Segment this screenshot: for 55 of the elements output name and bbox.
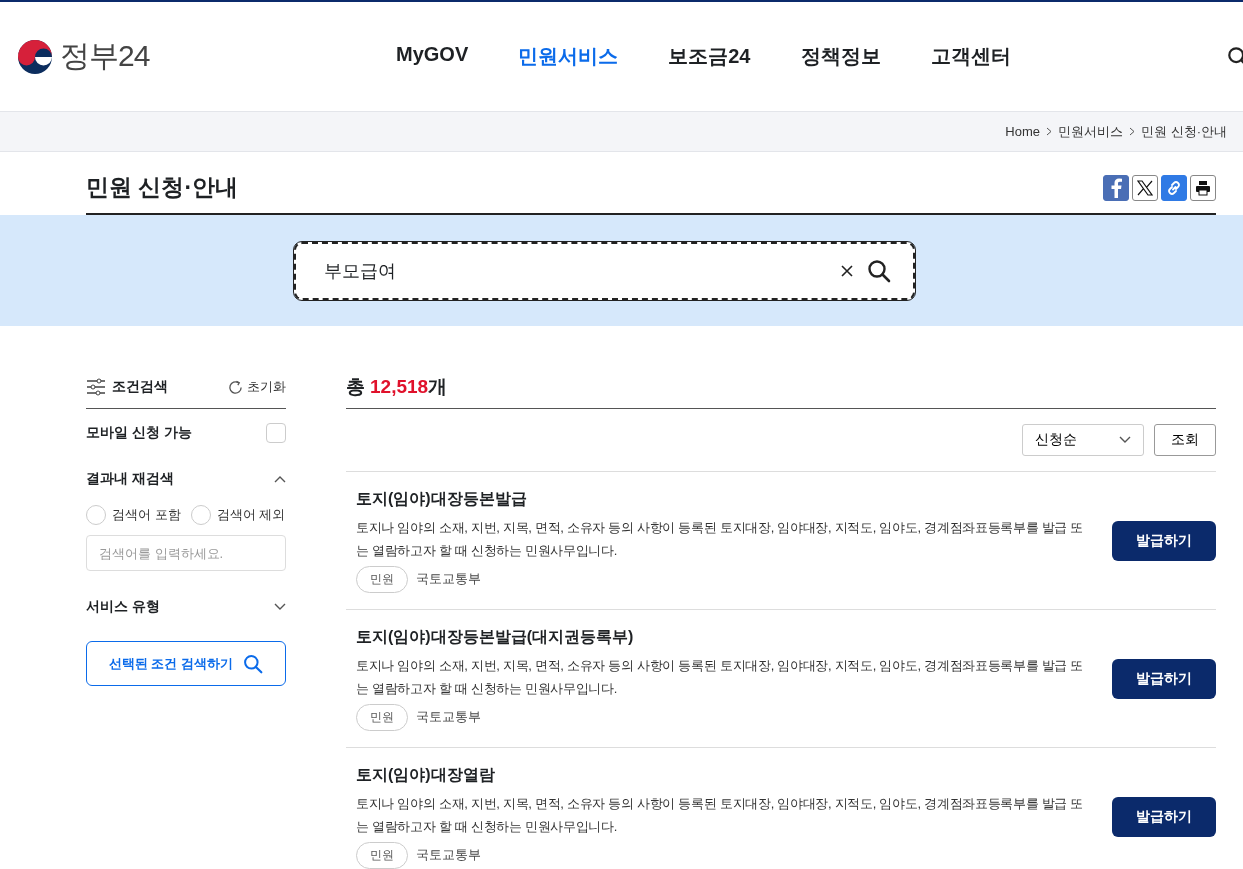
checkbox[interactable] <box>266 423 286 443</box>
logo-text[interactable]: 정부24 <box>60 36 150 77</box>
result-title[interactable]: 토지(임야)대장등본발급(대지권등록부) <box>356 626 1084 648</box>
agency-name: 국토교통부 <box>416 846 481 864</box>
radio-label[interactable]: 검색어 포함 <box>112 506 181 524</box>
chevron-down-icon[interactable] <box>274 603 286 611</box>
query-button[interactable]: 조회 <box>1154 424 1216 456</box>
result-title[interactable]: 토지(임야)대장등본발급 <box>356 488 1084 510</box>
printer-icon[interactable] <box>1195 179 1211 196</box>
breadcrumb-link[interactable]: 민원 신청·안내 <box>1141 122 1227 141</box>
section-title: 결과내 재검색 <box>86 470 174 488</box>
breadcrumb-link[interactable]: 민원서비스 <box>1058 122 1124 141</box>
issue-button[interactable]: 발급하기 <box>1112 520 1216 561</box>
chevron-up-icon[interactable] <box>274 475 286 483</box>
link-icon[interactable] <box>1166 179 1182 196</box>
facebook-icon[interactable] <box>1110 177 1122 198</box>
nav-item[interactable]: 고객센터 <box>930 43 1011 70</box>
result-description: 토지나 임야의 소재, 지번, 지목, 면적, 소유자 등의 사항이 등록된 토지대장, 임야대장, 지적도, 임야도, 경계점좌표등록부를 발급 또는 열람하고자 할 때 신청하는 민원사무입니다. <box>356 656 1084 698</box>
x-share-button[interactable] <box>1132 174 1158 201</box>
issue-button[interactable]: 발급하기 <box>1112 796 1216 837</box>
total-count: 12,518 <box>370 376 429 398</box>
facebook-share-button[interactable] <box>1103 174 1129 201</box>
result-title[interactable]: 토지(임야)대장열람 <box>356 764 1084 786</box>
result-description: 토지나 임야의 소재, 지번, 지목, 면적, 소유자 등의 사항이 등록된 토지대장, 임야대장, 지적도, 임야도, 경계점좌표등록부를 발급 또는 열람하고자 할 때 신청하는 민원사무입니다. <box>356 518 1084 560</box>
search-icon[interactable] <box>866 258 891 283</box>
result-description: 토지나 임야의 소재, 지번, 지목, 면적, 소유자 등의 사항이 등록된 토지대장, 임야대장, 지적도, 임야도, 경계점좌표등록부를 발급 또는 열람하고자 할 때 신청하는 민원사무입니다. <box>356 794 1084 836</box>
close-icon[interactable] <box>840 264 853 277</box>
input-field[interactable]: 검색어를 입력하세요. <box>86 535 286 571</box>
search-conditions-button[interactable]: 선택된 조건 검색하기 <box>86 641 286 686</box>
page-title: 민원 신청·안내 <box>86 173 239 202</box>
section-title: 서비스 유형 <box>86 598 160 616</box>
filter-title: 조건검색 <box>112 378 168 396</box>
issue-button[interactable]: 발급하기 <box>1112 658 1216 699</box>
nav-item[interactable]: 정책정보 <box>800 43 881 70</box>
link-share-button[interactable] <box>1161 174 1187 201</box>
nav-item[interactable]: MyGOV <box>396 43 469 70</box>
reset-button[interactable]: 초기화 <box>228 378 286 396</box>
chevron-right-icon <box>1129 127 1136 136</box>
chevron-right-icon <box>1046 127 1053 136</box>
total-unit: 개 <box>428 375 448 399</box>
filter-label: 모바일 신청 가능 <box>86 424 192 442</box>
radio-label[interactable]: 검색어 제외 <box>216 506 286 524</box>
sort-dropdown[interactable]: 신청순 <box>1022 424 1144 456</box>
chevron-down-icon[interactable] <box>1119 436 1131 444</box>
nav-item[interactable]: 보조금24 <box>668 43 751 70</box>
logo-icon <box>16 37 54 76</box>
nav-item[interactable]: 민원서비스 <box>518 43 619 70</box>
agency-name: 국토교통부 <box>416 570 481 588</box>
search-box[interactable]: 부모급여 <box>293 241 915 300</box>
agency-name: 국토교통부 <box>416 708 481 726</box>
sliders-icon <box>86 378 106 396</box>
total-label: 총 <box>346 375 365 399</box>
breadcrumb-link[interactable]: Home <box>1005 124 1041 139</box>
print-button[interactable] <box>1190 174 1216 201</box>
refresh-icon[interactable] <box>228 379 243 395</box>
